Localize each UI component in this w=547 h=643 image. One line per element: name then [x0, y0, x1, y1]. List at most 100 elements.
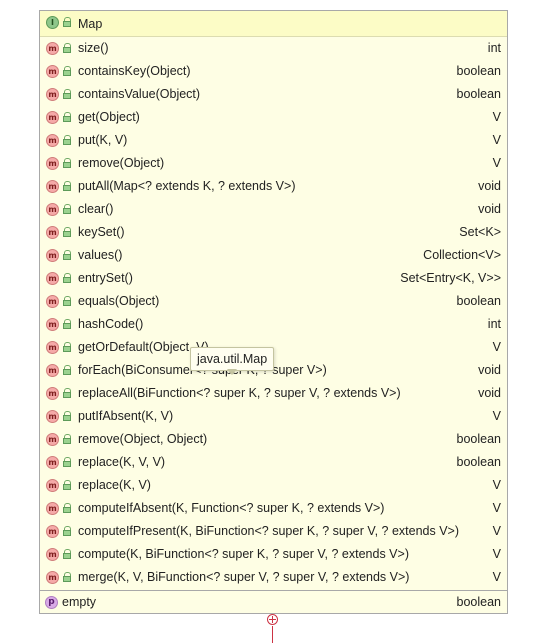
tooltip-tail	[227, 369, 237, 375]
method-signature: keySet()	[78, 225, 125, 239]
method-signature: equals(Object)	[78, 294, 160, 308]
method-row[interactable]: m clear() void	[40, 198, 507, 221]
method-signature: entrySet()	[78, 271, 133, 285]
method-icon: m	[46, 456, 59, 469]
public-lock-icon	[62, 572, 72, 582]
public-lock-icon	[62, 388, 72, 398]
method-row[interactable]: m values() Collection<V>	[40, 244, 507, 267]
method-icon: m	[46, 42, 59, 55]
public-lock-icon	[62, 227, 72, 237]
field-row[interactable]: p empty boolean	[40, 590, 507, 615]
method-icon: m	[46, 203, 59, 216]
method-icon: m	[46, 410, 59, 423]
method-row[interactable]: m remove(Object) V	[40, 152, 507, 175]
return-type: V	[492, 501, 501, 515]
return-type: V	[492, 524, 501, 538]
method-signature: containsValue(Object)	[78, 87, 201, 101]
method-icon: m	[46, 88, 59, 101]
return-type: Collection<V>	[423, 248, 501, 262]
method-icon: m	[46, 226, 59, 239]
method-row[interactable]: m computeIfPresent(K, BiFunction<? super …	[40, 520, 507, 543]
public-lock-icon	[62, 457, 72, 467]
method-icon: m	[46, 134, 59, 147]
return-type: int	[487, 317, 501, 331]
method-signature: clear()	[78, 202, 114, 216]
method-row[interactable]: m compute(K, BiFunction<? super K, ? supe…	[40, 543, 507, 566]
method-icon: m	[46, 272, 59, 285]
public-lock-icon	[62, 434, 72, 444]
public-lock-icon	[62, 135, 72, 145]
public-lock-icon	[62, 526, 72, 536]
return-type: V	[492, 110, 501, 124]
public-lock-icon	[62, 112, 72, 122]
method-row[interactable]: m size() int	[40, 37, 507, 60]
method-icon: m	[46, 341, 59, 354]
method-row[interactable]: m containsValue(Object) boolean	[40, 83, 507, 106]
uml-class-panel[interactable]: I Map m size() int m containsKey(Object) bool…	[39, 10, 508, 614]
method-row[interactable]: m containsKey(Object) boolean	[40, 60, 507, 83]
method-signature: remove(Object)	[78, 156, 165, 170]
public-lock-icon	[62, 411, 72, 421]
method-icon: m	[46, 318, 59, 331]
public-lock-icon	[62, 549, 72, 559]
method-signature: replaceAll(BiFunction<? super K, ? super…	[78, 386, 401, 400]
public-lock-icon	[62, 296, 72, 306]
tooltip-text: java.util.Map	[197, 352, 268, 366]
return-type: void	[478, 179, 501, 193]
tooltip: java.util.Map	[190, 347, 275, 371]
connector-plus-icon[interactable]	[267, 614, 278, 625]
method-row[interactable]: m equals(Object) boolean	[40, 290, 507, 313]
return-type: V	[492, 547, 501, 561]
method-signature: compute(K, BiFunction<? super K, ? super…	[78, 547, 409, 561]
public-lock-icon	[62, 66, 72, 76]
public-lock-icon	[62, 273, 72, 283]
return-type: Set<K>	[459, 225, 501, 239]
return-type: void	[478, 386, 501, 400]
public-lock-icon	[62, 89, 72, 99]
return-type: void	[478, 363, 501, 377]
method-icon: m	[46, 548, 59, 561]
return-type: void	[478, 202, 501, 216]
method-row[interactable]: m replace(K, V) V	[40, 474, 507, 497]
return-type: boolean	[456, 455, 502, 469]
method-icon: m	[46, 111, 59, 124]
method-signature: putAll(Map<? extends K, ? extends V>)	[78, 179, 296, 193]
method-row[interactable]: m keySet() Set<K>	[40, 221, 507, 244]
method-icon: m	[46, 180, 59, 193]
return-type: V	[492, 478, 501, 492]
public-lock-icon	[62, 158, 72, 168]
method-row[interactable]: m replaceAll(BiFunction<? super K, ? supe…	[40, 382, 507, 405]
method-icon: m	[46, 571, 59, 584]
return-type: V	[492, 570, 501, 584]
method-row[interactable]: m computeIfAbsent(K, Function<? super K, …	[40, 497, 507, 520]
public-lock-icon	[62, 181, 72, 191]
return-type: V	[492, 156, 501, 170]
method-icon: m	[46, 364, 59, 377]
method-signature: computeIfAbsent(K, Function<? super K, ?…	[78, 501, 385, 515]
method-row[interactable]: m get(Object) V	[40, 106, 507, 129]
method-row[interactable]: m hashCode() int	[40, 313, 507, 336]
method-row[interactable]: m entrySet() Set<Entry<K, V>>	[40, 267, 507, 290]
method-row[interactable]: m put(K, V) V	[40, 129, 507, 152]
field-type: boolean	[456, 595, 502, 609]
method-signature: values()	[78, 248, 123, 262]
return-type: V	[492, 133, 501, 147]
method-row[interactable]: m putAll(Map<? extends K, ? extends V>) vo…	[40, 175, 507, 198]
public-lock-icon	[62, 319, 72, 329]
return-type: boolean	[456, 432, 502, 446]
method-icon: m	[46, 502, 59, 515]
method-row[interactable]: m replace(K, V, V) boolean	[40, 451, 507, 474]
public-lock-icon	[62, 503, 72, 513]
return-type: Set<Entry<K, V>>	[400, 271, 501, 285]
method-icon: m	[46, 479, 59, 492]
method-icon: m	[46, 525, 59, 538]
public-lock-icon	[62, 43, 72, 53]
method-row[interactable]: m merge(K, V, BiFunction<? super V, ? sup…	[40, 566, 507, 589]
method-row[interactable]: m putIfAbsent(K, V) V	[40, 405, 507, 428]
public-lock-icon	[62, 480, 72, 490]
interface-icon: I	[46, 16, 59, 29]
interface-header[interactable]: I Map	[40, 11, 507, 37]
method-row[interactable]: m remove(Object, Object) boolean	[40, 428, 507, 451]
return-type: int	[487, 41, 501, 55]
property-icon: p	[45, 596, 58, 609]
